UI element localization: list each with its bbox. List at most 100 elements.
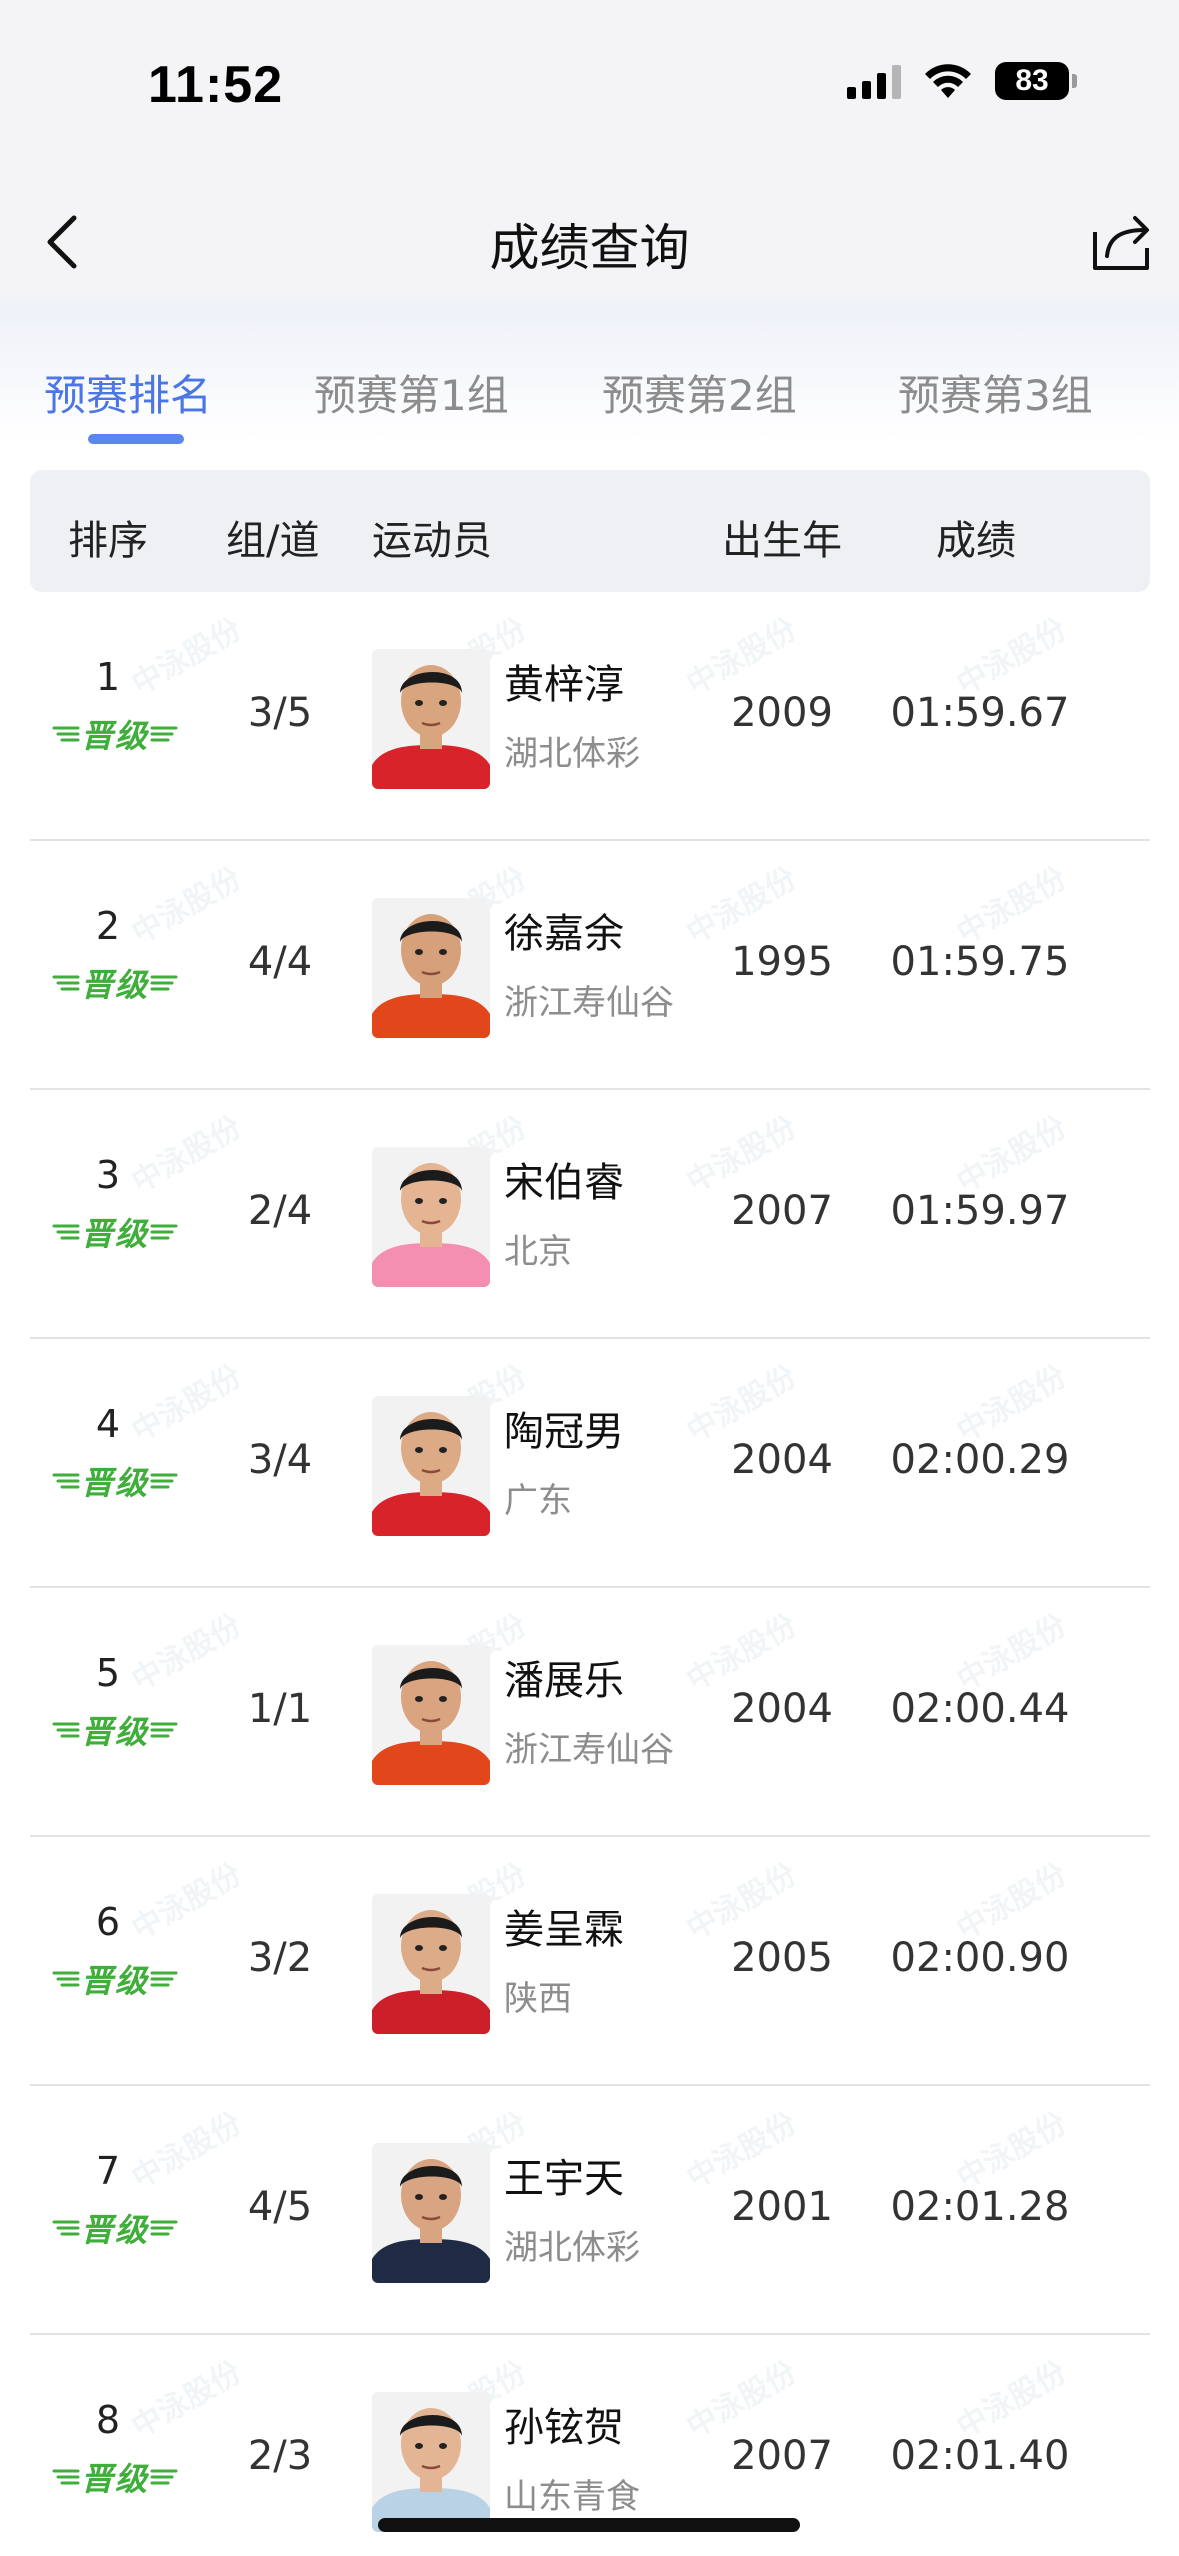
athlete-photo — [372, 1396, 490, 1536]
athlete-name: 王宇天 — [504, 2156, 624, 2202]
athlete-team: 山东青食 — [504, 2477, 640, 2517]
athlete-name: 姜呈霖 — [504, 1907, 624, 1953]
table-row[interactable]: 中泳股份 中泳股份 中泳股份 中泳股份 4 晋级 3/4 陶冠男 广东 2004… — [30, 1339, 1150, 1588]
share-icon[interactable] — [1089, 212, 1155, 274]
qualified-label: 晋级 — [80, 2211, 149, 2249]
athlete-team: 陕西 — [504, 1979, 572, 2019]
table-header: 排序 组/道 运动员 出生年 成绩 — [30, 470, 1150, 592]
table-row[interactable]: 中泳股份 中泳股份 中泳股份 中泳股份 7 晋级 4/5 王宇天 湖北体彩 20… — [30, 2086, 1150, 2335]
qualified-badge: 晋级 — [50, 714, 180, 755]
results-table: 中泳股份 中泳股份 中泳股份 中泳股份 1 晋级 3/5 黄梓淳 湖北体彩 20… — [30, 592, 1150, 2556]
watermark: 中泳股份 — [951, 1109, 1073, 1201]
watermark: 中泳股份 — [126, 2354, 248, 2446]
header-athlete: 运动员 — [372, 518, 492, 564]
heat-lane: 2/3 — [247, 2433, 313, 2479]
cellular-signal-icon — [847, 63, 901, 99]
qualified-label: 晋级 — [80, 1215, 149, 1253]
tab-heat-3[interactable]: 预赛第3组 — [898, 362, 1093, 423]
athlete-name: 徐嘉余 — [504, 911, 624, 957]
header-rank: 排序 — [68, 518, 148, 564]
watermark: 中泳股份 — [126, 611, 248, 703]
athlete-photo — [372, 1147, 490, 1287]
watermark: 中泳股份 — [951, 860, 1073, 952]
birth-year: 1995 — [731, 939, 833, 985]
athlete-name: 孙铉贺 — [504, 2405, 624, 2451]
tab-heat-2[interactable]: 预赛第2组 — [602, 362, 797, 423]
watermark: 中泳股份 — [681, 1856, 803, 1948]
qualified-badge: 晋级 — [50, 1710, 180, 1751]
watermark: 中泳股份 — [126, 1607, 248, 1699]
qualified-label: 晋级 — [80, 2460, 149, 2498]
heat-lane: 2/4 — [247, 1188, 313, 1234]
qualified-label: 晋级 — [80, 1713, 149, 1751]
rank-number: 2 — [95, 904, 121, 948]
watermark: 中泳股份 — [681, 611, 803, 703]
status-icons: 83 — [847, 62, 1077, 100]
athlete-name: 潘展乐 — [504, 1658, 624, 1704]
birth-year: 2001 — [731, 2184, 833, 2230]
athlete-name: 黄梓淳 — [504, 662, 624, 708]
athlete-photo — [372, 1645, 490, 1785]
wifi-icon — [925, 64, 971, 98]
watermark: 中泳股份 — [681, 1358, 803, 1450]
athlete-team: 北京 — [504, 1232, 572, 1272]
athlete-team: 湖北体彩 — [504, 2228, 640, 2268]
table-row[interactable]: 中泳股份 中泳股份 中泳股份 中泳股份 1 晋级 3/5 黄梓淳 湖北体彩 20… — [30, 592, 1150, 841]
rank-number: 1 — [95, 655, 121, 699]
athlete-photo — [372, 898, 490, 1038]
athlete-name: 陶冠男 — [504, 1409, 624, 1455]
athlete-team: 浙江寿仙谷 — [504, 1730, 674, 1770]
heat-lane: 3/5 — [247, 690, 313, 736]
rank-number: 4 — [95, 1402, 121, 1446]
watermark: 中泳股份 — [126, 1109, 248, 1201]
qualified-label: 晋级 — [80, 1464, 149, 1502]
watermark: 中泳股份 — [126, 2105, 248, 2197]
birth-year: 2007 — [731, 2433, 833, 2479]
birth-year: 2007 — [731, 1188, 833, 1234]
tab-heat-1[interactable]: 预赛第1组 — [314, 362, 509, 423]
watermark: 中泳股份 — [126, 860, 248, 952]
watermark: 中泳股份 — [951, 2105, 1073, 2197]
qualified-badge: 晋级 — [50, 963, 180, 1004]
result-time: 02:00.44 — [890, 1686, 1070, 1732]
heat-tabs: 预赛排名 预赛第1组 预赛第2组 预赛第3组 — [0, 310, 1179, 450]
table-row[interactable]: 中泳股份 中泳股份 中泳股份 中泳股份 3 晋级 2/4 宋伯睿 北京 2007… — [30, 1090, 1150, 1339]
table-row[interactable]: 中泳股份 中泳股份 中泳股份 中泳股份 6 晋级 3/2 姜呈霖 陕西 2005… — [30, 1837, 1150, 2086]
qualified-badge: 晋级 — [50, 1959, 180, 2000]
result-time: 02:00.90 — [890, 1935, 1070, 1981]
home-indicator — [378, 2518, 800, 2532]
birth-year: 2004 — [731, 1437, 833, 1483]
watermark: 中泳股份 — [126, 1358, 248, 1450]
tab-heats-ranking[interactable]: 预赛排名 — [44, 362, 212, 423]
athlete-photo — [372, 1894, 490, 2034]
athlete-photo — [372, 649, 490, 789]
watermark: 中泳股份 — [126, 1856, 248, 1948]
rank-number: 8 — [95, 2398, 121, 2442]
athlete-team: 浙江寿仙谷 — [504, 983, 674, 1023]
active-tab-indicator — [88, 434, 184, 444]
watermark: 中泳股份 — [951, 1358, 1073, 1450]
watermark: 中泳股份 — [951, 611, 1073, 703]
birth-year: 2005 — [731, 1935, 833, 1981]
watermark: 中泳股份 — [681, 860, 803, 952]
watermark: 中泳股份 — [681, 2354, 803, 2446]
header-birth-year: 出生年 — [722, 518, 842, 564]
birth-year: 2004 — [731, 1686, 833, 1732]
header-lane: 组/道 — [226, 518, 320, 564]
watermark: 中泳股份 — [951, 1856, 1073, 1948]
watermark: 中泳股份 — [681, 1607, 803, 1699]
birth-year: 2009 — [731, 690, 833, 736]
table-row[interactable]: 中泳股份 中泳股份 中泳股份 中泳股份 5 晋级 1/1 潘展乐 浙江寿仙谷 2… — [30, 1588, 1150, 1837]
qualified-label: 晋级 — [80, 1962, 149, 2000]
watermark: 中泳股份 — [681, 2105, 803, 2197]
watermark: 中泳股份 — [951, 2354, 1073, 2446]
heat-lane: 4/4 — [247, 939, 313, 985]
qualified-label: 晋级 — [80, 717, 149, 755]
header-result: 成绩 — [936, 518, 1016, 564]
rank-number: 7 — [95, 2149, 121, 2193]
result-time: 01:59.75 — [890, 939, 1070, 985]
heat-lane: 3/4 — [247, 1437, 313, 1483]
athlete-team: 湖北体彩 — [504, 734, 640, 774]
result-time: 02:01.28 — [890, 2184, 1070, 2230]
table-row[interactable]: 中泳股份 中泳股份 中泳股份 中泳股份 2 晋级 4/4 徐嘉余 浙江寿仙谷 1… — [30, 841, 1150, 1090]
